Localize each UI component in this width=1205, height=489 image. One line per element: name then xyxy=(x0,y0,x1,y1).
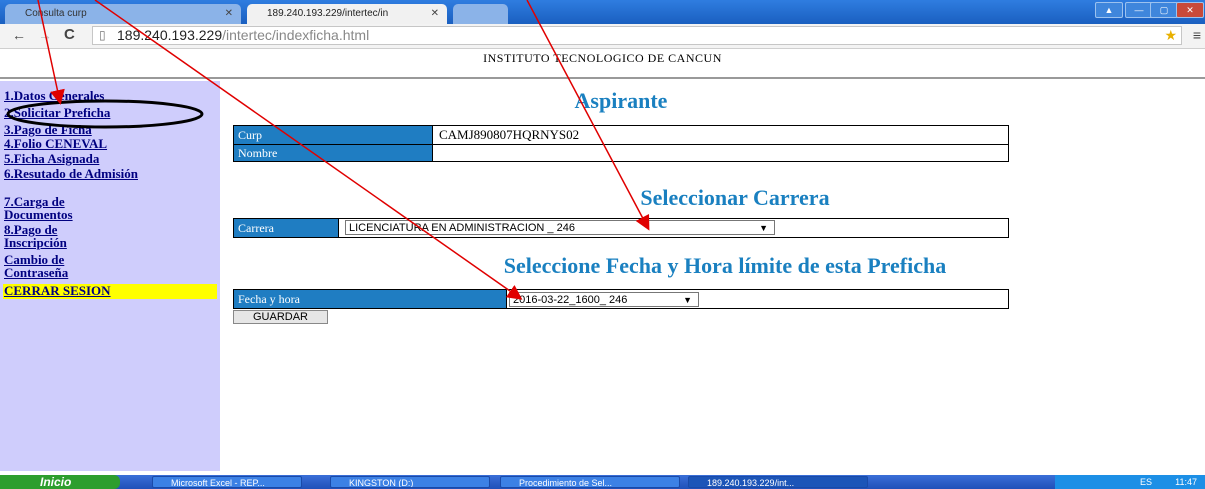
taskbar-item-label: 189.240.193.229/int... xyxy=(707,478,795,488)
taskbar: Inicio Microsoft Excel - REP... KINGSTON… xyxy=(0,475,1205,489)
language-indicator[interactable]: ES xyxy=(1140,475,1152,489)
start-label: Inicio xyxy=(40,475,72,489)
annotation-overlay xyxy=(6,0,650,300)
taskbar-item-kingston[interactable]: KINGSTON (D:) xyxy=(330,476,490,488)
start-button[interactable]: Inicio xyxy=(0,475,120,489)
taskbar-item-label: Procedimiento de Sel... xyxy=(519,478,613,488)
arrow-to-carrera-select xyxy=(526,0,650,231)
system-tray: ES 11:47 xyxy=(1055,475,1205,489)
taskbar-item-label: Microsoft Excel - REP... xyxy=(171,478,265,488)
taskbar-item-label: KINGSTON (D:) xyxy=(349,478,414,488)
taskbar-item-excel[interactable]: Microsoft Excel - REP... xyxy=(152,476,302,488)
arrow-to-solicitar-preficha xyxy=(37,0,65,105)
taskbar-item-procedimiento[interactable]: Procedimiento de Sel... xyxy=(500,476,680,488)
clock: 11:47 xyxy=(1175,477,1197,487)
taskbar-item-browser[interactable]: 189.240.193.229/int... xyxy=(688,476,868,488)
arrow-to-fecha-select xyxy=(94,0,523,300)
highlight-ellipse xyxy=(6,99,204,129)
